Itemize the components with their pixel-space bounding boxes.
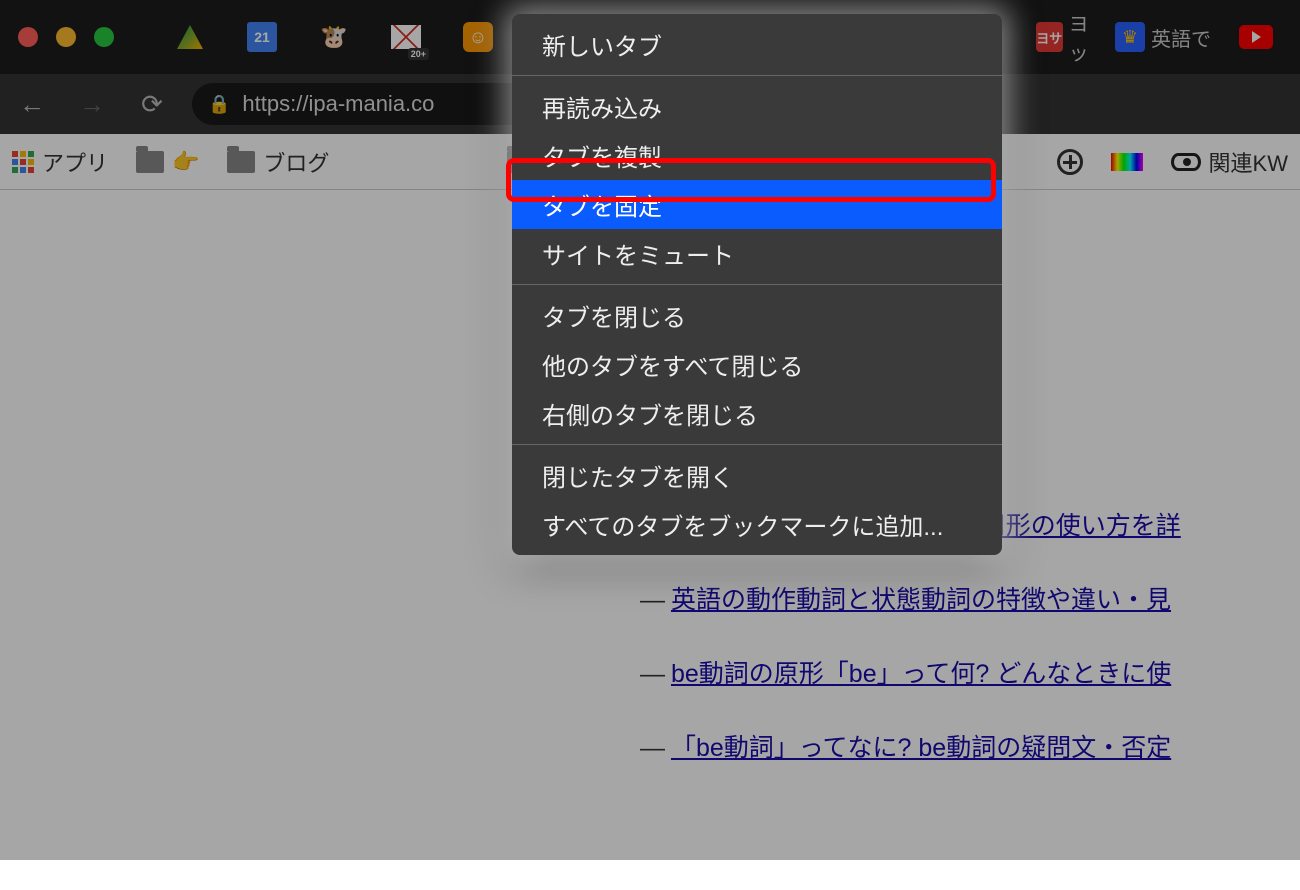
calendar-icon: 21 <box>247 22 277 52</box>
tab-sun[interactable]: ☺ <box>444 12 512 62</box>
reload-button[interactable]: ⟳ <box>132 84 172 124</box>
ctx-separator <box>512 444 1002 445</box>
apps-icon <box>12 151 34 173</box>
tab-yosa[interactable]: ヨサヨッ <box>1036 12 1104 62</box>
gmail-badge: 20+ <box>408 48 429 60</box>
ctx-reload[interactable]: 再読み込み <box>512 82 1002 131</box>
tab-yosa-label: ヨッ <box>1069 8 1104 66</box>
tab-eigo[interactable]: ♛英語で <box>1108 12 1218 62</box>
apps-label: アプリ <box>42 146 108 178</box>
minimize-window-button[interactable] <box>56 27 76 47</box>
ctx-new-tab[interactable]: 新しいタブ <box>512 20 1002 69</box>
article-link[interactable]: be動詞の原形「be」って何? どんなときに使 <box>671 660 1171 688</box>
forward-button[interactable]: → <box>72 84 112 124</box>
close-window-button[interactable] <box>18 27 38 47</box>
ctx-mute-site[interactable]: サイトをミュート <box>512 229 1002 278</box>
ctx-close-other-tabs[interactable]: 他のタブをすべて閉じる <box>512 340 1002 389</box>
folder-icon <box>227 151 255 173</box>
bookmark-rainbow[interactable] <box>1111 153 1143 171</box>
apps-button[interactable]: アプリ <box>12 146 108 178</box>
ctx-bookmark-all-tabs[interactable]: すべてのタブをブックマークに追加... <box>512 500 1002 549</box>
gmail-icon <box>391 25 421 49</box>
drive-icon <box>177 25 203 49</box>
eye-icon <box>1171 153 1201 171</box>
sun-icon: ☺ <box>463 22 493 52</box>
tab-cow[interactable]: 🐮 <box>300 12 368 62</box>
article-link[interactable]: 「be動詞」ってなに? be動詞の疑問文・否定 <box>671 734 1171 762</box>
tab-eigo-label: 英語で <box>1151 23 1211 52</box>
lock-icon: 🔒 <box>208 94 230 115</box>
cow-icon: 🐮 <box>317 20 351 54</box>
ctx-close-tab[interactable]: タブを閉じる <box>512 291 1002 340</box>
bookmark-folder-blog[interactable]: ブログ <box>227 146 329 178</box>
fullscreen-window-button[interactable] <box>94 27 114 47</box>
article-link[interactable]: 英語の動作動詞と状態動詞の特徴や違い・見 <box>671 586 1171 614</box>
globe-icon <box>1057 149 1083 175</box>
page-link: ―be動詞の原形「be」って何? どんなときに使 <box>640 654 1300 690</box>
tab-gmail[interactable]: 20+ <box>372 12 440 62</box>
folder-icon <box>136 151 164 173</box>
bookmark-folder-hand[interactable]: 👉 <box>136 149 199 175</box>
ctx-duplicate-tab[interactable]: タブを複製 <box>512 131 1002 180</box>
ctx-reopen-closed-tab[interactable]: 閉じたタブを開く <box>512 451 1002 500</box>
window-traffic-lights <box>18 27 114 47</box>
bookmark-globe[interactable] <box>1057 149 1083 175</box>
youtube-icon <box>1239 25 1273 49</box>
bookmark-eye[interactable]: 関連KW <box>1171 146 1288 178</box>
tab-calendar[interactable]: 21 <box>228 12 296 62</box>
rainbow-icon <box>1111 153 1143 171</box>
page-link: ―「be動詞」ってなに? be動詞の疑問文・否定 <box>640 728 1300 764</box>
yosa-icon: ヨサ <box>1036 22 1063 52</box>
ctx-separator <box>512 284 1002 285</box>
back-button[interactable]: ← <box>12 84 52 124</box>
tab-drive[interactable] <box>156 12 224 62</box>
ctx-pin-tab[interactable]: タブを固定 <box>512 180 1002 229</box>
url-text: https://ipa-mania.co <box>242 91 434 117</box>
ctx-close-right-tabs[interactable]: 右側のタブを閉じる <box>512 389 1002 438</box>
page-link: ―英語の動作動詞と状態動詞の特徴や違い・見 <box>640 580 1300 616</box>
crown-icon: ♛ <box>1115 22 1145 52</box>
tab-youtube[interactable] <box>1222 12 1290 62</box>
ctx-separator <box>512 75 1002 76</box>
tab-context-menu: 新しいタブ 再読み込み タブを複製 タブを固定 サイトをミュート タブを閉じる … <box>512 14 1002 555</box>
